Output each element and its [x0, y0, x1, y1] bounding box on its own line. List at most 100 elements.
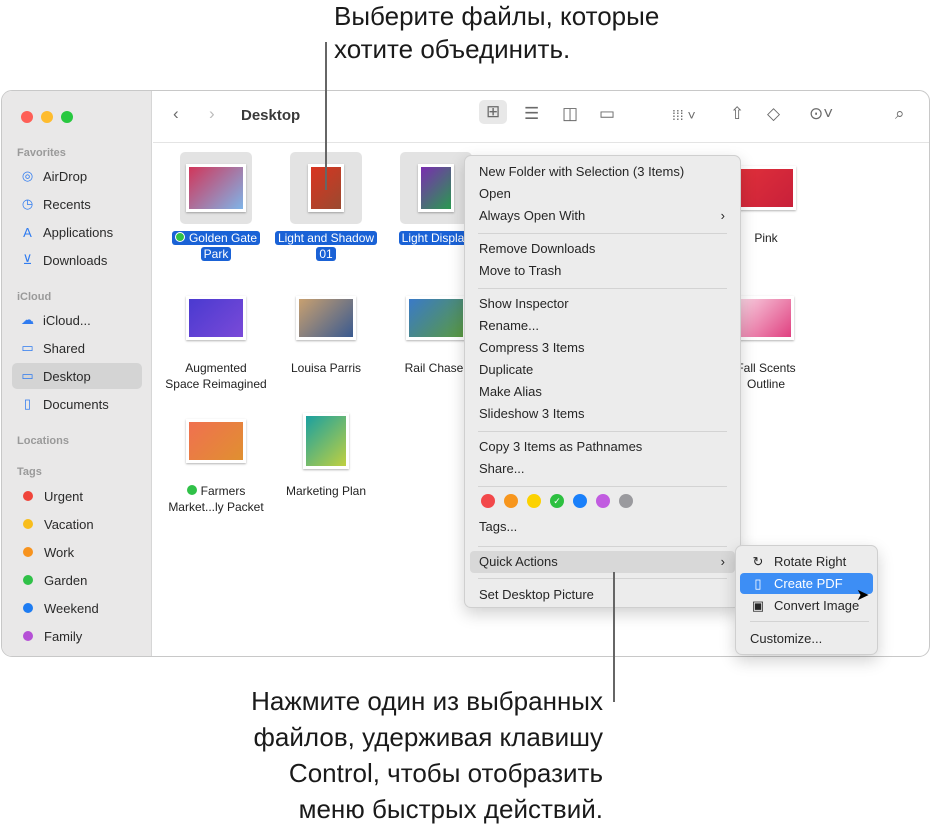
rotate-right-item[interactable]: ↻ Rotate Right	[740, 551, 873, 572]
sidebar-item-recents[interactable]: ◷ Recents	[12, 191, 142, 217]
sidebar-item-label: Applications	[43, 224, 114, 240]
file-name: Light and Shadow	[277, 231, 375, 245]
window-title: Desktop	[241, 107, 301, 124]
menu-item-always-open-with[interactable]: Always Open With ›	[470, 205, 735, 227]
tag-color-button[interactable]	[527, 494, 541, 508]
menu-item-label: Make Alias	[479, 384, 542, 399]
sidebar-item-shared[interactable]: ▭ Shared	[12, 335, 142, 361]
file-name: Pink	[754, 231, 778, 245]
tag-color-button[interactable]	[573, 494, 587, 508]
section-favorites: Favorites	[17, 147, 66, 159]
tag-color-button[interactable]	[504, 494, 518, 508]
tag-dot-icon	[23, 519, 33, 529]
minimize-button[interactable]	[41, 111, 53, 123]
menu-item-make-alias[interactable]: Make Alias	[470, 381, 735, 403]
sidebar-item-downloads[interactable]: ⊻ Downloads	[12, 247, 142, 273]
sidebar-tag-garden[interactable]: Garden	[12, 567, 142, 593]
icon-view-button[interactable]: ⊞	[479, 100, 508, 124]
file-thumbnail	[400, 152, 472, 224]
back-button[interactable]: ‹	[173, 104, 179, 124]
file-item[interactable]: Farmers Market...ly Packet	[161, 405, 271, 515]
sidebar-item-label: Shared	[43, 340, 85, 356]
sidebar-tag-work[interactable]: Work	[12, 539, 142, 565]
tag-color-button[interactable]	[481, 494, 495, 508]
customize-item[interactable]: Customize...	[740, 628, 873, 649]
menu-item-remove-downloads[interactable]: Remove Downloads	[470, 238, 735, 260]
sidebar-item-documents[interactable]: ▯ Documents	[12, 391, 142, 417]
menu-item-set-desktop-picture[interactable]: Set Desktop Picture	[470, 584, 735, 606]
sidebar-item-applications[interactable]: A Applications	[12, 219, 142, 245]
sidebar-item-label: AirDrop	[43, 168, 88, 184]
section-icloud: iCloud	[17, 291, 52, 303]
sidebar-tag-vacation[interactable]: Vacation	[12, 511, 142, 537]
toolbar: ‹ › Desktop ⊞ ☰ ◫ ▭ ⁞⁞⁞ ˅ ⇧ ◇ ⊙˅ ⌕	[153, 91, 929, 143]
search-icon[interactable]: ⌕	[895, 104, 905, 124]
file-item[interactable]: Louisa Parris	[271, 282, 381, 376]
sidebar-tag-weekend[interactable]: Weekend	[12, 595, 142, 621]
menu-item-share[interactable]: Share...	[470, 458, 735, 480]
sidebar-item-label: Urgent	[44, 488, 84, 504]
share-icon[interactable]: ⇧	[730, 104, 744, 124]
close-button[interactable]	[21, 111, 33, 123]
annotation-line: Control, чтобы отобразить	[288, 758, 603, 788]
sidebar-item-label: Downloads	[43, 252, 108, 268]
callout-line	[613, 572, 615, 702]
column-view-button[interactable]: ◫	[562, 104, 578, 124]
more-actions-icon[interactable]: ⊙˅	[809, 104, 833, 124]
forward-button[interactable]: ›	[209, 104, 215, 124]
file-label: Marketing Plan	[271, 483, 381, 499]
file-label: Augmented Space Reimagined	[161, 360, 271, 392]
desktop-icon: ▭	[21, 368, 34, 383]
tag-icon[interactable]: ◇	[767, 104, 780, 124]
file-name: Light Display	[401, 231, 471, 245]
file-name: Outline	[746, 377, 786, 391]
list-view-button[interactable]: ☰	[524, 104, 539, 124]
tag-color-button[interactable]	[619, 494, 633, 508]
file-thumbnail	[400, 282, 472, 354]
menu-item-quick-actions[interactable]: Quick Actions ›	[470, 551, 735, 573]
zoom-button[interactable]	[61, 111, 73, 123]
sidebar-item-icloud[interactable]: ☁ iCloud...	[12, 307, 142, 333]
file-label: Louisa Parris	[271, 360, 381, 376]
sidebar-tag-family[interactable]: Family	[12, 623, 142, 649]
tag-color-button[interactable]: ✓	[550, 494, 564, 508]
menu-item-new-folder-with-selection-3-items[interactable]: New Folder with Selection (3 Items)	[470, 161, 735, 183]
tag-color-button[interactable]	[596, 494, 610, 508]
gallery-view-button[interactable]: ▭	[599, 104, 615, 124]
menu-item-open[interactable]: Open	[470, 183, 735, 205]
menu-item-move-to-trash[interactable]: Move to Trash	[470, 260, 735, 282]
convert-image-item[interactable]: ▣ Convert Image	[740, 595, 873, 616]
menu-item-label: Open	[479, 186, 511, 201]
sidebar-item-desktop[interactable]: ▭ Desktop	[12, 363, 142, 389]
tag-dot-icon	[23, 491, 33, 501]
sidebar-tag-urgent[interactable]: Urgent	[12, 483, 142, 509]
menu-item-rename[interactable]: Rename...	[470, 315, 735, 337]
file-name: Augmented	[185, 361, 247, 375]
sidebar-item-label: Garden	[44, 572, 88, 588]
chevron-right-icon: ›	[720, 554, 725, 569]
tag-dot-icon	[23, 631, 33, 641]
menu-item-copy-3-items-as-pathnames[interactable]: Copy 3 Items as Pathnames	[470, 436, 735, 458]
menu-item-compress-3-items[interactable]: Compress 3 Items	[470, 337, 735, 359]
create-pdf-item[interactable]: ▯ Create PDF	[740, 573, 873, 594]
menu-item-label: Customize...	[750, 631, 823, 646]
sidebar-item-label: Documents	[43, 396, 109, 412]
file-label: Farmers Market...ly Packet	[161, 483, 271, 515]
document-icon: ▯	[754, 576, 762, 591]
file-item[interactable]: Augmented Space Reimagined	[161, 282, 271, 392]
sidebar-item-label: Work	[44, 544, 75, 560]
context-menu: ✓ New Folder with Selection (3 Items) Ope…	[464, 155, 741, 608]
file-item[interactable]: Golden Gate Park	[161, 152, 271, 262]
menu-item-show-inspector[interactable]: Show Inspector	[470, 293, 735, 315]
file-item[interactable]: Marketing Plan	[271, 405, 381, 499]
menu-item-tags[interactable]: Tags...	[470, 516, 735, 538]
group-button[interactable]: ⁞⁞⁞ ˅	[672, 107, 696, 123]
cloud-icon: ☁	[21, 312, 34, 327]
applications-icon: A	[23, 224, 32, 240]
file-name: Fall Scents	[736, 361, 796, 375]
sidebar-item-airdrop[interactable]: ◎ AirDrop	[12, 163, 142, 189]
menu-item-duplicate[interactable]: Duplicate	[470, 359, 735, 381]
menu-item-label: Quick Actions	[479, 554, 558, 569]
menu-item-label: Convert Image	[774, 598, 860, 613]
menu-item-slideshow-3-items[interactable]: Slideshow 3 Items	[470, 403, 735, 425]
